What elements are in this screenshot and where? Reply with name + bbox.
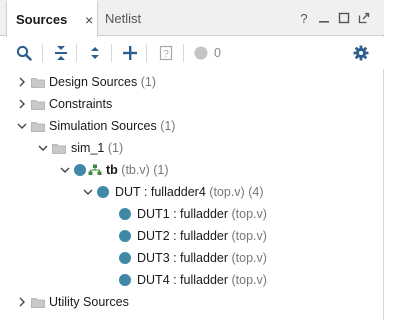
- restore-icon[interactable]: [337, 11, 351, 25]
- tab-netlist-label: Netlist: [105, 10, 142, 26]
- close-icon[interactable]: ×: [85, 12, 93, 28]
- tree-item-dut2[interactable]: DUT2 : fulladder (top.v): [0, 225, 384, 247]
- sources-panel: Sources × Netlist ? ? 0 Design Sources (…: [0, 0, 384, 320]
- gear-icon[interactable]: [350, 42, 372, 64]
- tree-item-dut[interactable]: DUT : fulladder4 (top.v) (4): [0, 181, 384, 203]
- toolbar-divider: [42, 44, 43, 62]
- tab-bar: Sources × Netlist ?: [0, 0, 384, 37]
- tree-item-label: DUT2 : fulladder (top.v): [137, 229, 267, 243]
- toolbar-divider: [183, 44, 184, 62]
- status-dot-icon: [190, 42, 212, 64]
- minimize-icon[interactable]: [317, 11, 331, 25]
- properties-icon[interactable]: ?: [155, 42, 177, 64]
- chevron-down-icon[interactable]: [17, 121, 27, 131]
- add-icon[interactable]: [119, 42, 141, 64]
- tree-item-label: Simulation Sources (1): [49, 119, 176, 133]
- tree-item-label: Constraints: [49, 97, 113, 111]
- chevron-down-icon[interactable]: [60, 165, 70, 175]
- tree-item-constraints[interactable]: Constraints: [0, 93, 384, 115]
- tree-item-dut4[interactable]: DUT4 : fulladder (top.v): [0, 269, 384, 291]
- tree-item-sim-1[interactable]: sim_1 (1): [0, 137, 384, 159]
- tree-item-label: Design Sources (1): [49, 75, 157, 89]
- expand-all-icon[interactable]: [84, 42, 106, 64]
- module-icon: [97, 186, 109, 198]
- toolbar-divider: [76, 44, 77, 62]
- toolbar-divider: [146, 44, 147, 62]
- chevron-right-icon[interactable]: [17, 99, 27, 109]
- tree-item-label: DUT : fulladder4 (top.v) (4): [115, 185, 264, 199]
- tree-item-dut1[interactable]: DUT1 : fulladder (top.v): [0, 203, 384, 225]
- toolbar: ? 0: [0, 37, 384, 69]
- module-icon: [119, 230, 131, 242]
- tree-item-label: DUT3 : fulladder (top.v): [137, 251, 267, 265]
- chevron-right-icon[interactable]: [17, 77, 27, 87]
- tree-item-label: Utility Sources: [49, 295, 129, 309]
- tree-item-tb[interactable]: tb (tb.v) (1): [0, 159, 384, 181]
- hierarchy-icon: [88, 164, 102, 175]
- folder-icon: [31, 100, 45, 110]
- module-icon: [74, 164, 86, 176]
- tree-item-design-sources[interactable]: Design Sources (1): [0, 71, 384, 93]
- tab-sources-label: Sources: [16, 12, 68, 27]
- tree-item-simulation-sources[interactable]: Simulation Sources (1): [0, 115, 384, 137]
- module-icon: [119, 252, 131, 264]
- chevron-down-icon[interactable]: [83, 187, 93, 197]
- folder-icon: [52, 144, 66, 154]
- collapse-all-icon[interactable]: [50, 42, 72, 64]
- tree-item-label: DUT4 : fulladder (top.v): [137, 273, 267, 287]
- module-icon: [119, 208, 131, 220]
- status-count: 0: [214, 46, 221, 60]
- folder-icon: [31, 298, 45, 308]
- chevron-right-icon[interactable]: [17, 297, 27, 307]
- tab-sources[interactable]: Sources ×: [6, 0, 98, 37]
- tab-netlist[interactable]: Netlist: [98, 0, 168, 36]
- svg-text:?: ?: [163, 49, 169, 60]
- toolbar-divider: [111, 44, 112, 62]
- tree-item-utility-sources[interactable]: Utility Sources: [0, 291, 384, 313]
- tree-item-dut3[interactable]: DUT3 : fulladder (top.v): [0, 247, 384, 269]
- module-icon: [119, 274, 131, 286]
- help-icon[interactable]: ?: [297, 11, 311, 26]
- float-icon[interactable]: [357, 11, 371, 25]
- folder-icon: [31, 122, 45, 132]
- chevron-down-icon[interactable]: [38, 143, 48, 153]
- tree-item-label: sim_1 (1): [71, 141, 124, 155]
- tree-item-label: DUT1 : fulladder (top.v): [137, 207, 267, 221]
- folder-icon: [31, 78, 45, 88]
- search-icon[interactable]: [13, 42, 35, 64]
- tree-item-label: tb (tb.v) (1): [106, 163, 169, 177]
